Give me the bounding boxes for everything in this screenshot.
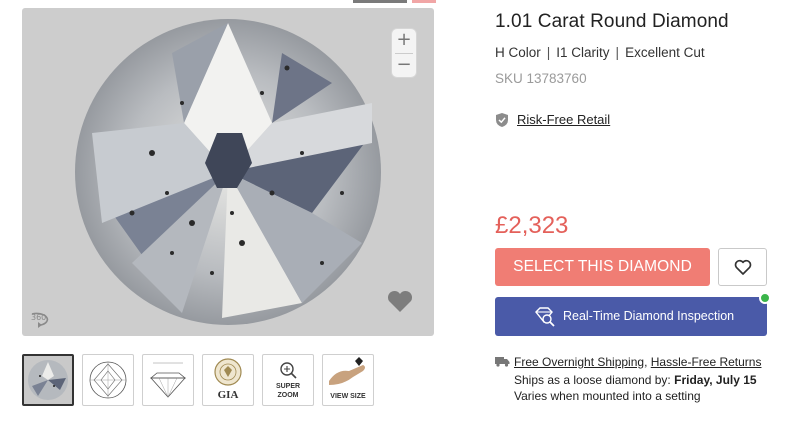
thumbnail-super-zoom[interactable]: SUPER ZOOM — [262, 354, 314, 406]
spec-color: H Color — [495, 45, 541, 60]
product-sku: SKU 13783760 — [495, 71, 587, 86]
diamond-inspection-button[interactable]: Real-Time Diamond Inspection — [495, 297, 767, 336]
product-specs: H Color | I1 Clarity | Excellent Cut — [495, 45, 705, 60]
online-status-dot — [759, 292, 771, 304]
mounting-note: Varies when mounted into a setting — [514, 389, 701, 403]
heart-icon[interactable] — [386, 288, 414, 314]
ships-by-date: Friday, July 15 — [674, 373, 757, 387]
diamond-viewer[interactable]: + − 360 — [22, 8, 434, 336]
top-tab-fragment-accent — [412, 0, 436, 3]
truck-icon — [495, 357, 510, 367]
thumbnail-top-diagram[interactable] — [82, 354, 134, 406]
spec-separator: | — [546, 45, 551, 60]
spec-clarity: I1 Clarity — [556, 45, 610, 60]
spec-cut: Excellent Cut — [625, 45, 705, 60]
add-to-favorites-button[interactable] — [718, 248, 767, 286]
thumbnail-gia[interactable]: GIA — [202, 354, 254, 406]
view-size-caption: VIEW SIZE — [330, 393, 366, 400]
diamond-diagram-icon — [89, 361, 127, 399]
inspection-label: Real-Time Diamond Inspection — [563, 309, 735, 323]
thumbnail-diamond-photo[interactable] — [22, 354, 74, 406]
diamond-image — [75, 19, 381, 325]
thumbnail-view-size[interactable]: VIEW SIZE — [322, 354, 374, 406]
gia-seal-icon — [214, 358, 242, 386]
thumbnail-side-profile[interactable] — [142, 354, 194, 406]
zoom-in-button[interactable]: + — [392, 29, 416, 53]
hand-ring-icon — [329, 357, 365, 385]
free-returns-link[interactable]: Hassle-Free Returns — [651, 355, 762, 369]
rotate-360-icon[interactable]: 360 — [28, 305, 54, 329]
zoom-controls: + − — [391, 28, 417, 78]
ships-by-line: Ships as a loose diamond by: Friday, Jul… — [514, 372, 757, 388]
gia-caption: GIA — [217, 389, 239, 401]
heart-outline-icon — [734, 259, 752, 275]
magnifier-plus-icon — [280, 362, 297, 379]
top-tab-fragment — [353, 0, 407, 3]
super-zoom-caption-2: ZOOM — [277, 392, 299, 399]
diamond-magnifier-icon — [535, 307, 555, 327]
super-zoom-caption-1: SUPER — [275, 383, 301, 390]
product-title: 1.01 Carat Round Diamond — [495, 11, 729, 32]
risk-free-retail-link[interactable]: Risk-Free Retail — [517, 112, 610, 127]
svg-text:360: 360 — [31, 313, 46, 322]
shipping-links: Free Overnight Shipping, Hassle-Free Ret… — [514, 354, 761, 370]
product-price: £2,323 — [495, 212, 569, 239]
diamond-profile-icon — [149, 362, 187, 398]
shipping-comma: , — [644, 355, 648, 369]
spec-separator: | — [615, 45, 620, 60]
ships-by-label: Ships as a loose diamond by: — [514, 373, 671, 387]
shield-check-icon — [496, 113, 508, 127]
free-shipping-link[interactable]: Free Overnight Shipping — [514, 355, 644, 369]
select-diamond-button[interactable]: SELECT THIS DIAMOND — [495, 248, 710, 286]
diamond-photo-icon — [24, 356, 72, 404]
zoom-out-button[interactable]: − — [392, 54, 416, 78]
